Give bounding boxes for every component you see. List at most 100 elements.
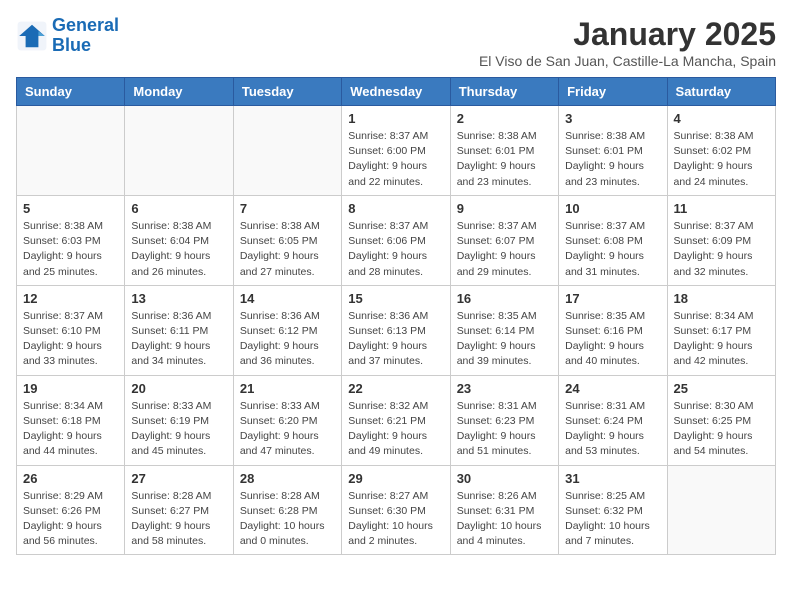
title-block: January 2025 El Viso de San Juan, Castil… bbox=[479, 16, 776, 69]
calendar-week-row: 12 Sunrise: 8:37 AM Sunset: 6:10 PM Dayli… bbox=[17, 285, 776, 375]
day-info: Sunrise: 8:29 AM Sunset: 6:26 PM Dayligh… bbox=[23, 489, 118, 550]
day-number: 12 bbox=[23, 291, 118, 306]
day-number: 16 bbox=[457, 291, 552, 306]
calendar-cell: 26 Sunrise: 8:29 AM Sunset: 6:26 PM Dayli… bbox=[17, 465, 125, 555]
day-number: 20 bbox=[131, 381, 226, 396]
logo: General Blue bbox=[16, 16, 119, 56]
day-number: 30 bbox=[457, 471, 552, 486]
day-info: Sunrise: 8:37 AM Sunset: 6:08 PM Dayligh… bbox=[565, 219, 660, 280]
calendar-cell: 31 Sunrise: 8:25 AM Sunset: 6:32 PM Dayli… bbox=[559, 465, 667, 555]
calendar-header-row: SundayMondayTuesdayWednesdayThursdayFrid… bbox=[17, 78, 776, 106]
day-info: Sunrise: 8:28 AM Sunset: 6:28 PM Dayligh… bbox=[240, 489, 335, 550]
weekday-header-tuesday: Tuesday bbox=[233, 78, 341, 106]
day-number: 27 bbox=[131, 471, 226, 486]
calendar-cell: 20 Sunrise: 8:33 AM Sunset: 6:19 PM Dayli… bbox=[125, 375, 233, 465]
day-info: Sunrise: 8:38 AM Sunset: 6:03 PM Dayligh… bbox=[23, 219, 118, 280]
day-number: 14 bbox=[240, 291, 335, 306]
calendar-week-row: 19Sunrise: 8:34 AM Sunset: 6:18 PM Dayli… bbox=[17, 375, 776, 465]
day-number: 26 bbox=[23, 471, 118, 486]
calendar-week-row: 26 Sunrise: 8:29 AM Sunset: 6:26 PM Dayli… bbox=[17, 465, 776, 555]
calendar-week-row: 1 Sunrise: 8:37 AM Sunset: 6:00 PM Daylig… bbox=[17, 106, 776, 196]
logo-text: General Blue bbox=[52, 16, 119, 56]
day-number: 11 bbox=[674, 201, 769, 216]
day-number: 2 bbox=[457, 111, 552, 126]
day-info: Sunrise: 8:34 AM Sunset: 6:17 PM Dayligh… bbox=[674, 309, 769, 370]
day-info: Sunrise: 8:37 AM Sunset: 6:00 PM Dayligh… bbox=[348, 129, 443, 190]
day-number: 23 bbox=[457, 381, 552, 396]
day-number: 24 bbox=[565, 381, 660, 396]
day-number: 13 bbox=[131, 291, 226, 306]
day-info: Sunrise: 8:38 AM Sunset: 6:05 PM Dayligh… bbox=[240, 219, 335, 280]
day-info: Sunrise: 8:35 AM Sunset: 6:14 PM Dayligh… bbox=[457, 309, 552, 370]
day-info: Sunrise: 8:31 AM Sunset: 6:24 PM Dayligh… bbox=[565, 399, 660, 460]
day-info: Sunrise: 8:36 AM Sunset: 6:11 PM Dayligh… bbox=[131, 309, 226, 370]
day-number: 28 bbox=[240, 471, 335, 486]
calendar-cell: 10 Sunrise: 8:37 AM Sunset: 6:08 PM Dayli… bbox=[559, 195, 667, 285]
day-number: 1 bbox=[348, 111, 443, 126]
day-info: Sunrise: 8:36 AM Sunset: 6:13 PM Dayligh… bbox=[348, 309, 443, 370]
calendar-cell: 3Sunrise: 8:38 AM Sunset: 6:01 PM Daylig… bbox=[559, 106, 667, 196]
day-number: 10 bbox=[565, 201, 660, 216]
weekday-header-friday: Friday bbox=[559, 78, 667, 106]
calendar-cell: 28 Sunrise: 8:28 AM Sunset: 6:28 PM Dayli… bbox=[233, 465, 341, 555]
day-number: 29 bbox=[348, 471, 443, 486]
day-info: Sunrise: 8:38 AM Sunset: 6:02 PM Dayligh… bbox=[674, 129, 769, 190]
day-info: Sunrise: 8:35 AM Sunset: 6:16 PM Dayligh… bbox=[565, 309, 660, 370]
day-info: Sunrise: 8:33 AM Sunset: 6:20 PM Dayligh… bbox=[240, 399, 335, 460]
calendar-cell: 2 Sunrise: 8:38 AM Sunset: 6:01 PM Daylig… bbox=[450, 106, 558, 196]
calendar-cell bbox=[667, 465, 775, 555]
day-info: Sunrise: 8:38 AM Sunset: 6:01 PM Dayligh… bbox=[457, 129, 552, 190]
calendar-cell: 5 Sunrise: 8:38 AM Sunset: 6:03 PM Daylig… bbox=[17, 195, 125, 285]
day-info: Sunrise: 8:26 AM Sunset: 6:31 PM Dayligh… bbox=[457, 489, 552, 550]
calendar-cell: 17Sunrise: 8:35 AM Sunset: 6:16 PM Dayli… bbox=[559, 285, 667, 375]
calendar-cell: 16 Sunrise: 8:35 AM Sunset: 6:14 PM Dayli… bbox=[450, 285, 558, 375]
day-info: Sunrise: 8:37 AM Sunset: 6:10 PM Dayligh… bbox=[23, 309, 118, 370]
calendar-cell bbox=[125, 106, 233, 196]
month-title: January 2025 bbox=[479, 16, 776, 53]
day-info: Sunrise: 8:25 AM Sunset: 6:32 PM Dayligh… bbox=[565, 489, 660, 550]
day-number: 19 bbox=[23, 381, 118, 396]
day-info: Sunrise: 8:27 AM Sunset: 6:30 PM Dayligh… bbox=[348, 489, 443, 550]
calendar-cell: 21 Sunrise: 8:33 AM Sunset: 6:20 PM Dayli… bbox=[233, 375, 341, 465]
day-info: Sunrise: 8:37 AM Sunset: 6:07 PM Dayligh… bbox=[457, 219, 552, 280]
weekday-header-wednesday: Wednesday bbox=[342, 78, 450, 106]
calendar-table: SundayMondayTuesdayWednesdayThursdayFrid… bbox=[16, 77, 776, 555]
calendar-cell: 25Sunrise: 8:30 AM Sunset: 6:25 PM Dayli… bbox=[667, 375, 775, 465]
calendar-cell: 9 Sunrise: 8:37 AM Sunset: 6:07 PM Daylig… bbox=[450, 195, 558, 285]
calendar-cell: 1 Sunrise: 8:37 AM Sunset: 6:00 PM Daylig… bbox=[342, 106, 450, 196]
day-number: 22 bbox=[348, 381, 443, 396]
calendar-cell bbox=[17, 106, 125, 196]
day-number: 4 bbox=[674, 111, 769, 126]
calendar-week-row: 5 Sunrise: 8:38 AM Sunset: 6:03 PM Daylig… bbox=[17, 195, 776, 285]
day-number: 9 bbox=[457, 201, 552, 216]
day-number: 18 bbox=[674, 291, 769, 306]
day-info: Sunrise: 8:28 AM Sunset: 6:27 PM Dayligh… bbox=[131, 489, 226, 550]
calendar-cell bbox=[233, 106, 341, 196]
day-info: Sunrise: 8:37 AM Sunset: 6:06 PM Dayligh… bbox=[348, 219, 443, 280]
day-number: 3 bbox=[565, 111, 660, 126]
day-number: 25 bbox=[674, 381, 769, 396]
weekday-header-sunday: Sunday bbox=[17, 78, 125, 106]
calendar-cell: 27 Sunrise: 8:28 AM Sunset: 6:27 PM Dayli… bbox=[125, 465, 233, 555]
calendar-cell: 15 Sunrise: 8:36 AM Sunset: 6:13 PM Dayli… bbox=[342, 285, 450, 375]
day-info: Sunrise: 8:33 AM Sunset: 6:19 PM Dayligh… bbox=[131, 399, 226, 460]
day-info: Sunrise: 8:37 AM Sunset: 6:09 PM Dayligh… bbox=[674, 219, 769, 280]
calendar-cell: 19Sunrise: 8:34 AM Sunset: 6:18 PM Dayli… bbox=[17, 375, 125, 465]
calendar-cell: 12 Sunrise: 8:37 AM Sunset: 6:10 PM Dayli… bbox=[17, 285, 125, 375]
page-header: General Blue January 2025 El Viso de San… bbox=[16, 16, 776, 69]
calendar-cell: 11 Sunrise: 8:37 AM Sunset: 6:09 PM Dayli… bbox=[667, 195, 775, 285]
day-number: 15 bbox=[348, 291, 443, 306]
calendar-cell: 8Sunrise: 8:37 AM Sunset: 6:06 PM Daylig… bbox=[342, 195, 450, 285]
calendar-cell: 13 Sunrise: 8:36 AM Sunset: 6:11 PM Dayli… bbox=[125, 285, 233, 375]
calendar-cell: 4 Sunrise: 8:38 AM Sunset: 6:02 PM Daylig… bbox=[667, 106, 775, 196]
calendar-cell: 29 Sunrise: 8:27 AM Sunset: 6:30 PM Dayli… bbox=[342, 465, 450, 555]
weekday-header-saturday: Saturday bbox=[667, 78, 775, 106]
day-info: Sunrise: 8:38 AM Sunset: 6:04 PM Dayligh… bbox=[131, 219, 226, 280]
logo-icon bbox=[16, 20, 48, 52]
day-number: 7 bbox=[240, 201, 335, 216]
day-number: 31 bbox=[565, 471, 660, 486]
day-number: 5 bbox=[23, 201, 118, 216]
day-number: 21 bbox=[240, 381, 335, 396]
location: El Viso de San Juan, Castille-La Mancha,… bbox=[479, 53, 776, 69]
logo-line1: General bbox=[52, 15, 119, 35]
